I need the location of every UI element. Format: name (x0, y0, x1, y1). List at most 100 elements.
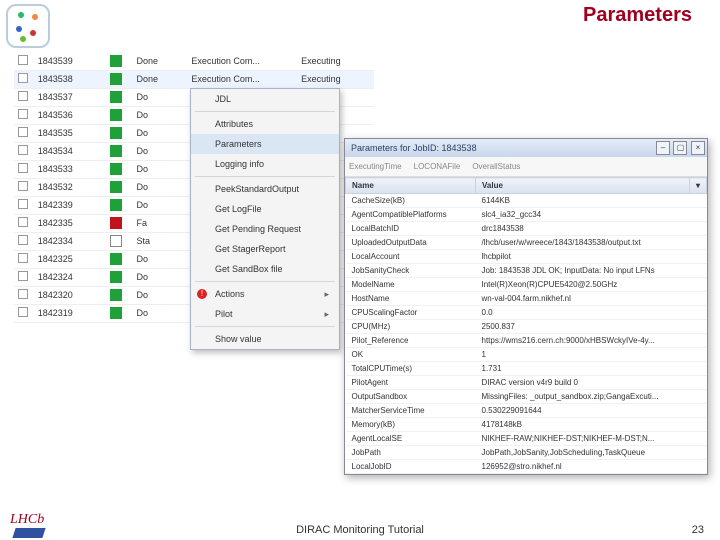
param-row[interactable]: AgentLocalSENIKHEF-RAW;NIKHEF-DST;NIKHEF… (346, 432, 707, 446)
context-menu: JDL Attributes Parameters Logging info PeekS… (190, 88, 340, 350)
param-row[interactable]: Memory(kB)4178148kB (346, 418, 707, 432)
column-header[interactable]: Name (346, 178, 476, 194)
row-checkbox[interactable] (18, 289, 28, 299)
menu-item-pilot[interactable]: Pilot ▸ (191, 304, 339, 324)
job-status: Do (133, 196, 188, 214)
menu-item-label: Pilot (215, 309, 233, 319)
menu-item-get-logfile[interactable]: Get LogFile (191, 199, 339, 219)
param-row[interactable]: CPUScalingFactor0.0 (346, 306, 707, 320)
minimize-button[interactable]: ‒ (656, 141, 670, 155)
slide-title: Parameters (583, 4, 692, 27)
row-checkbox[interactable] (18, 217, 28, 227)
status-icon (110, 307, 122, 319)
job-col5: Executing (297, 52, 374, 70)
status-tab[interactable]: OverallStatus (472, 162, 520, 171)
param-row[interactable]: OutputSandboxMissingFiles: _output_sandb… (346, 390, 707, 404)
row-checkbox[interactable] (18, 235, 28, 245)
job-status: Do (133, 178, 188, 196)
param-value: JobPath,JobSanity,JobScheduling,TaskQueu… (476, 446, 707, 460)
close-button[interactable]: × (691, 141, 705, 155)
param-row[interactable]: OK1 (346, 348, 707, 362)
job-row[interactable]: 1843539DoneExecution Com...Executing (14, 52, 374, 70)
param-name: OK (346, 348, 476, 362)
column-header[interactable]: Value (476, 178, 690, 194)
row-checkbox[interactable] (18, 199, 28, 209)
job-status: Do (133, 142, 188, 160)
param-row[interactable]: HostNamewn-val-004.farm.nikhef.nl (346, 292, 707, 306)
status-icon (110, 181, 122, 193)
column-menu-icon[interactable]: ▾ (689, 178, 706, 194)
param-row[interactable]: Pilot_Referencehttps://wms216.cern.ch:90… (346, 334, 707, 348)
menu-item-logging-info[interactable]: Logging info (191, 154, 339, 174)
menu-item-attributes[interactable]: Attributes (191, 114, 339, 134)
job-id: 1843538 (34, 70, 100, 88)
param-row[interactable]: ModelNameIntel(R)Xeon(R)CPUE5420@2.50GHz (346, 278, 707, 292)
job-id: 1842319 (34, 304, 100, 322)
warning-icon: ! (197, 289, 207, 299)
param-row[interactable]: LocalBatchIDdrc1843538 (346, 222, 707, 236)
status-icon (110, 199, 122, 211)
param-row[interactable]: JobSanityCheckJob: 1843538 JDL OK; Input… (346, 264, 707, 278)
row-checkbox[interactable] (18, 271, 28, 281)
row-checkbox[interactable] (18, 73, 28, 83)
menu-item-parameters[interactable]: Parameters (191, 134, 339, 154)
row-checkbox[interactable] (18, 163, 28, 173)
menu-item-get-sandbox-file[interactable]: Get SandBox file (191, 259, 339, 279)
maximize-button[interactable]: ▢ (673, 141, 687, 155)
param-name: LocalJobID (346, 460, 476, 474)
job-status: Do (133, 268, 188, 286)
row-checkbox[interactable] (18, 145, 28, 155)
row-checkbox[interactable] (18, 91, 28, 101)
row-checkbox[interactable] (18, 253, 28, 263)
menu-item-label: Logging info (215, 159, 264, 169)
status-tab[interactable]: LOCONAFile (414, 162, 461, 171)
param-row[interactable]: TotalCPUTime(s)1.731 (346, 362, 707, 376)
param-row[interactable]: LocalJobID126952@stro.nikhef.nl (346, 460, 707, 474)
param-row[interactable]: PilotAgentDIRAC version v4r9 build 0 (346, 376, 707, 390)
menu-item-jdl[interactable]: JDL (191, 89, 339, 109)
row-checkbox[interactable] (18, 307, 28, 317)
menu-item-actions[interactable]: ! Actions ▸ (191, 284, 339, 304)
param-row[interactable]: CPU(MHz)2500.837 (346, 320, 707, 334)
menu-item-peekstandardoutput[interactable]: PeekStandardOutput (191, 179, 339, 199)
param-name: JobSanityCheck (346, 264, 476, 278)
param-name: ModelName (346, 278, 476, 292)
param-row[interactable]: JobPathJobPath,JobSanity,JobScheduling,T… (346, 446, 707, 460)
param-row[interactable]: MatcherServiceTime0.530229091644 (346, 404, 707, 418)
job-col4: Execution Com... (187, 70, 297, 88)
status-tab[interactable]: ExecutingTime (349, 162, 402, 171)
job-status: Do (133, 250, 188, 268)
param-row[interactable]: AgentCompatiblePlatformsslc4_ia32_gcc34 (346, 208, 707, 222)
job-status: Do (133, 286, 188, 304)
param-value: MissingFiles: _output_sandbox.zip;GangaE… (476, 390, 707, 404)
job-id: 1843537 (34, 88, 100, 106)
status-icon (110, 91, 122, 103)
job-row[interactable]: 1843538DoneExecution Com...Executing (14, 70, 374, 88)
param-value: /lhcb/user/w/wreece/1843/1843538/output.… (476, 236, 707, 250)
status-icon (110, 73, 122, 85)
row-checkbox[interactable] (18, 55, 28, 65)
status-icon (110, 253, 122, 265)
status-icon (110, 55, 122, 67)
submenu-arrow-icon: ▸ (324, 289, 329, 300)
param-row[interactable]: UploadedOutputData/lhcb/user/w/wreece/18… (346, 236, 707, 250)
param-row[interactable]: CacheSize(kB)6144KB (346, 194, 707, 208)
row-checkbox[interactable] (18, 181, 28, 191)
menu-item-get-pending-request[interactable]: Get Pending Request (191, 219, 339, 239)
job-col5: Executing (297, 70, 374, 88)
menu-item-label: Attributes (215, 119, 253, 129)
menu-item-get-stagerreport[interactable]: Get StagerReport (191, 239, 339, 259)
param-value: 2500.837 (476, 320, 707, 334)
menu-item-label: Actions (215, 289, 245, 299)
window-title-bar[interactable]: Parameters for JobID: 1843538 ‒ ▢ × (345, 139, 707, 157)
menu-item-show-value[interactable]: Show value (191, 329, 339, 349)
row-checkbox[interactable] (18, 127, 28, 137)
row-checkbox[interactable] (18, 109, 28, 119)
job-id: 1842335 (34, 214, 100, 232)
parameters-window: Parameters for JobID: 1843538 ‒ ▢ × Exec… (344, 138, 708, 475)
param-value: 6144KB (476, 194, 707, 208)
job-status: Done (133, 52, 188, 70)
param-row[interactable]: LocalAccountlhcbpilot (346, 250, 707, 264)
submenu-arrow-icon: ▸ (324, 309, 329, 320)
job-id: 1843534 (34, 142, 100, 160)
